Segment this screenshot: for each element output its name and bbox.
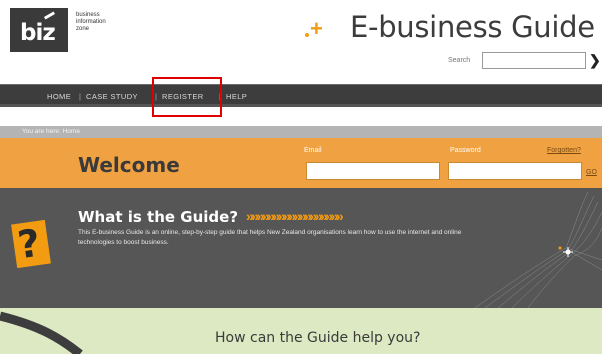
search-go-icon[interactable]: ❯: [589, 53, 601, 67]
section-description: This E-business Guide is an online, step…: [78, 229, 462, 246]
logo-subtitle-line: zone: [76, 26, 90, 32]
help-section: How can the Guide help you?: [0, 308, 602, 354]
login-go-button[interactable]: GO: [586, 169, 597, 176]
top-nav: HOME | CASE STUDY | REGISTER | HELP: [0, 84, 602, 107]
breadcrumb: You are here: Home: [0, 126, 602, 138]
arc-decoration: [0, 311, 83, 354]
dot-icon: [305, 33, 309, 37]
logo-text: biz: [20, 20, 56, 46]
nav-separator: |: [79, 92, 81, 101]
nav-home[interactable]: HOME: [47, 92, 71, 101]
password-label: Password: [450, 147, 481, 154]
mesh-graphic: [474, 191, 602, 308]
password-field[interactable]: [448, 162, 582, 180]
logo-mark: [43, 11, 56, 20]
welcome-heading: Welcome: [78, 153, 180, 177]
email-label: Email: [304, 147, 322, 154]
login-bar: Welcome Email Password Forgotten? GO: [0, 138, 602, 188]
plus-icon: +: [310, 16, 323, 41]
logo-subtitle: business information zone: [76, 12, 136, 33]
chevrons-decoration: »»»»»»»»»»»»»»»»»»: [246, 208, 344, 224]
nav-help[interactable]: HELP: [226, 92, 247, 101]
search-label: Search: [448, 57, 471, 64]
search-input[interactable]: [482, 52, 586, 69]
biz-logo[interactable]: biz: [10, 8, 68, 52]
forgotten-link[interactable]: Forgotten?: [547, 147, 581, 154]
site-title: E-business Guide: [350, 10, 595, 44]
what-is-section: ? What is the Guide? »»»»»»»»»»»»»»»»»» …: [0, 188, 602, 308]
header: biz business information zone + E-busine…: [0, 0, 602, 84]
help-heading: How can the Guide help you?: [215, 330, 421, 346]
register-highlight-box: [152, 77, 222, 117]
breadcrumb-text: You are here: Home: [22, 128, 80, 135]
nav-case-study[interactable]: CASE STUDY: [86, 92, 138, 101]
section-title: What is the Guide?: [78, 208, 239, 226]
email-field[interactable]: [306, 162, 440, 180]
logo-subtitle-line: information: [76, 19, 106, 25]
logo-subtitle-line: business: [76, 12, 100, 18]
